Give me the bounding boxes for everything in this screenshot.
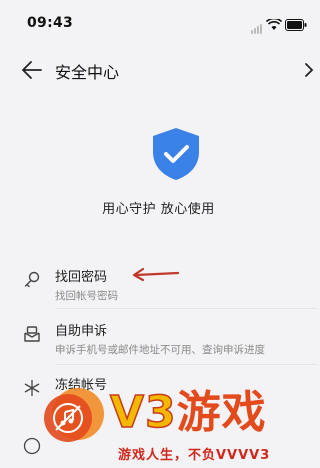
divider: [55, 364, 317, 365]
nav-bar: 安全中心: [0, 48, 317, 92]
signal-icon: [251, 15, 263, 34]
key-icon: [24, 271, 40, 288]
page-title: 安全中心: [55, 63, 120, 82]
watermark-game: 游戏: [176, 387, 267, 438]
status-time: 09:43: [27, 15, 74, 31]
chevron-right-icon[interactable]: [301, 57, 317, 83]
mail-inbox-icon: [24, 326, 40, 342]
wifi-icon: [266, 18, 282, 30]
status-icons: [251, 15, 307, 34]
item-title: 找回密码: [55, 270, 108, 285]
battery-icon: [285, 18, 307, 31]
watermark-logo: [44, 388, 104, 442]
list-item-self-appeal[interactable]: 自助申诉 申诉手机号或邮件地址不可用、查询申诉进度: [0, 312, 317, 366]
watermark: V3游戏 游戏人生，不负VVVV3: [0, 374, 317, 468]
watermark-brand: V3游戏: [109, 376, 267, 440]
watermark-v3: V3: [109, 386, 177, 439]
item-title: 自助申诉: [55, 324, 108, 339]
red-arrow-annotation: [132, 267, 180, 282]
item-subtitle: 找回帐号密码: [55, 290, 118, 302]
watermark-tagline: 游戏人生，不负VVVV3: [118, 448, 271, 463]
item-subtitle: 申诉手机号或邮件地址不可用、查询申诉进度: [55, 344, 265, 356]
divider: [55, 308, 317, 309]
status-bar: 09:43: [0, 0, 317, 44]
back-arrow-icon[interactable]: [18, 57, 44, 83]
security-slogan: 用心守护 放心使用: [102, 202, 215, 217]
shield-check-icon: [153, 128, 199, 180]
